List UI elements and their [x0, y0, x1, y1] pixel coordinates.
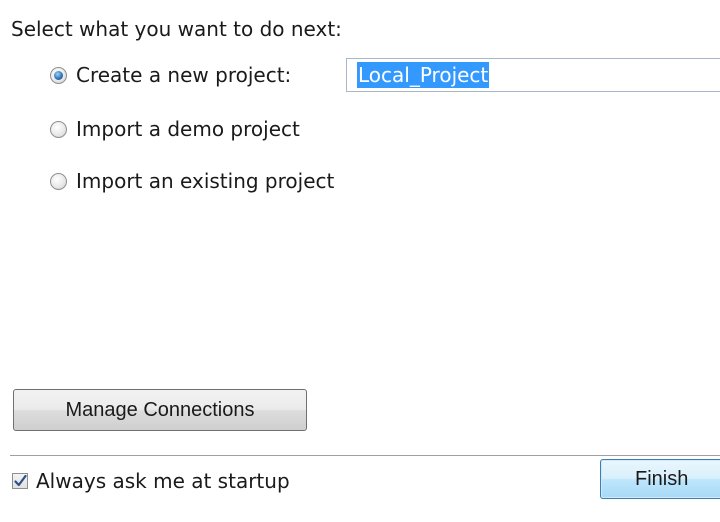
radio-selected-icon[interactable] [50, 66, 67, 84]
always-ask-startup-checkbox[interactable]: Always ask me at startup [12, 466, 290, 496]
manage-connections-button[interactable]: Manage Connections [13, 389, 307, 431]
finish-button[interactable]: Finish [600, 459, 720, 499]
checkbox-checked-icon[interactable] [12, 473, 28, 489]
radio-label-import-existing-project: Import an existing project [76, 169, 335, 193]
radio-label-create-new-project: Create a new project: [76, 63, 292, 87]
separator [10, 455, 720, 456]
radio-unselected-icon[interactable] [50, 172, 67, 190]
radio-unselected-icon[interactable] [50, 120, 67, 138]
radio-import-existing-project[interactable]: Import an existing project [50, 166, 334, 196]
project-name-value: Local_Project [357, 62, 490, 88]
checkbox-label: Always ask me at startup [36, 469, 290, 493]
radio-import-demo-project[interactable]: Import a demo project [50, 114, 300, 144]
radio-create-new-project[interactable]: Create a new project: [50, 60, 291, 90]
project-name-input[interactable]: Local_Project [346, 58, 720, 92]
page-prompt: Select what you want to do next: [11, 17, 342, 41]
radio-label-import-demo-project: Import a demo project [76, 117, 300, 141]
